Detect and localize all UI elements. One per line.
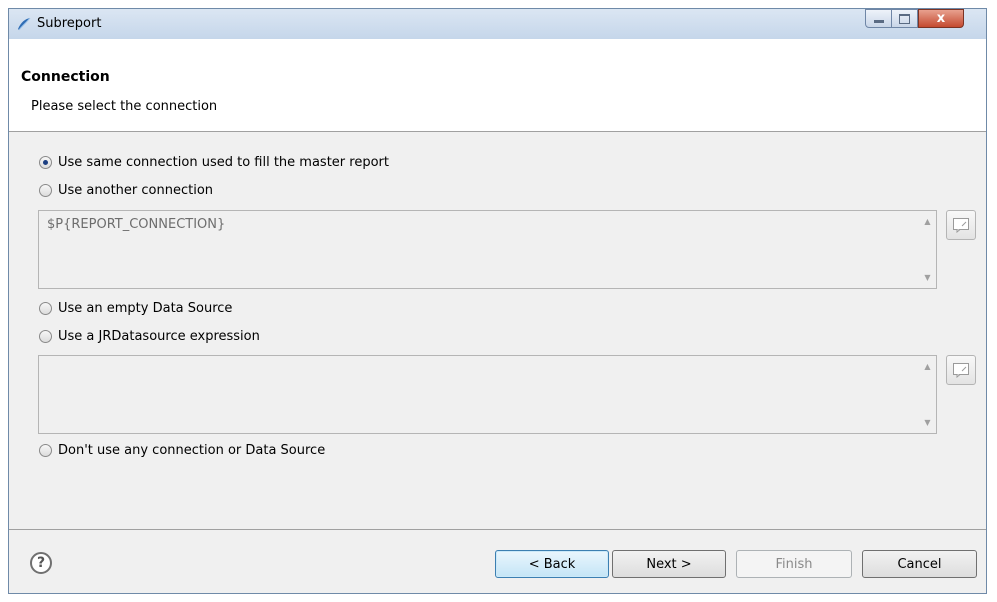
next-button[interactable]: Next >	[612, 550, 726, 578]
close-icon: x	[936, 11, 946, 26]
title-bar[interactable]: Subreport x	[9, 9, 986, 40]
scroll-down-icon[interactable]: ▼	[924, 418, 930, 427]
connection-expression-text: $P{REPORT_CONNECTION}	[47, 217, 226, 232]
radio-label: Don't use any connection or Data Source	[58, 443, 326, 458]
radio-button[interactable]	[39, 184, 52, 197]
radio-jrdatasource-expression[interactable]: Use a JRDatasource expression	[39, 329, 260, 344]
minimize-button[interactable]	[865, 9, 892, 28]
radio-same-connection[interactable]: Use same connection used to fill the mas…	[39, 155, 389, 170]
window-title: Subreport	[37, 16, 102, 31]
radio-button[interactable]	[39, 156, 52, 169]
cancel-button[interactable]: Cancel	[862, 550, 977, 578]
radio-label: Use another connection	[58, 183, 214, 198]
minimize-icon	[873, 20, 884, 23]
radio-label: Use same connection used to fill the mas…	[58, 155, 389, 170]
page-description: Please select the connection	[31, 99, 218, 114]
finish-button[interactable]: Finish	[736, 550, 852, 578]
radio-button[interactable]	[39, 444, 52, 457]
radio-another-connection[interactable]: Use another connection	[39, 183, 213, 198]
vertical-scrollbar[interactable]: ▲ ▼	[919, 211, 936, 288]
scroll-up-icon[interactable]: ▲	[924, 217, 930, 226]
help-icon[interactable]: ?	[30, 552, 52, 574]
radio-button[interactable]	[39, 302, 52, 315]
radio-label: Use an empty Data Source	[58, 301, 233, 316]
wizard-header: Connection Please select the connection	[9, 39, 986, 132]
connection-expression-field[interactable]: $P{REPORT_CONNECTION} ▲ ▼	[38, 210, 937, 289]
scroll-down-icon[interactable]: ▼	[924, 273, 930, 282]
radio-no-connection[interactable]: Don't use any connection or Data Source	[39, 443, 325, 458]
expression-editor-button[interactable]	[946, 210, 976, 240]
radio-empty-data-source[interactable]: Use an empty Data Source	[39, 301, 232, 316]
maximize-button[interactable]	[891, 9, 918, 28]
vertical-scrollbar[interactable]: ▲ ▼	[919, 356, 936, 433]
close-button[interactable]: x	[918, 9, 964, 28]
maximize-icon	[899, 13, 910, 24]
scroll-up-icon[interactable]: ▲	[924, 362, 930, 371]
expression-editor-icon	[953, 363, 969, 378]
footer-divider	[9, 529, 986, 530]
expression-editor-button[interactable]	[946, 355, 976, 385]
back-button[interactable]: < Back	[495, 550, 609, 578]
page-title: Connection	[21, 69, 110, 85]
radio-label: Use a JRDatasource expression	[58, 329, 260, 344]
expression-editor-icon	[953, 218, 969, 233]
radio-button[interactable]	[39, 330, 52, 343]
datasource-expression-field[interactable]: ▲ ▼	[38, 355, 937, 434]
radio-selected-dot	[43, 160, 48, 165]
eclipse-app-icon	[18, 17, 31, 31]
subreport-dialog: Subreport x Connection Please select the…	[8, 8, 987, 594]
